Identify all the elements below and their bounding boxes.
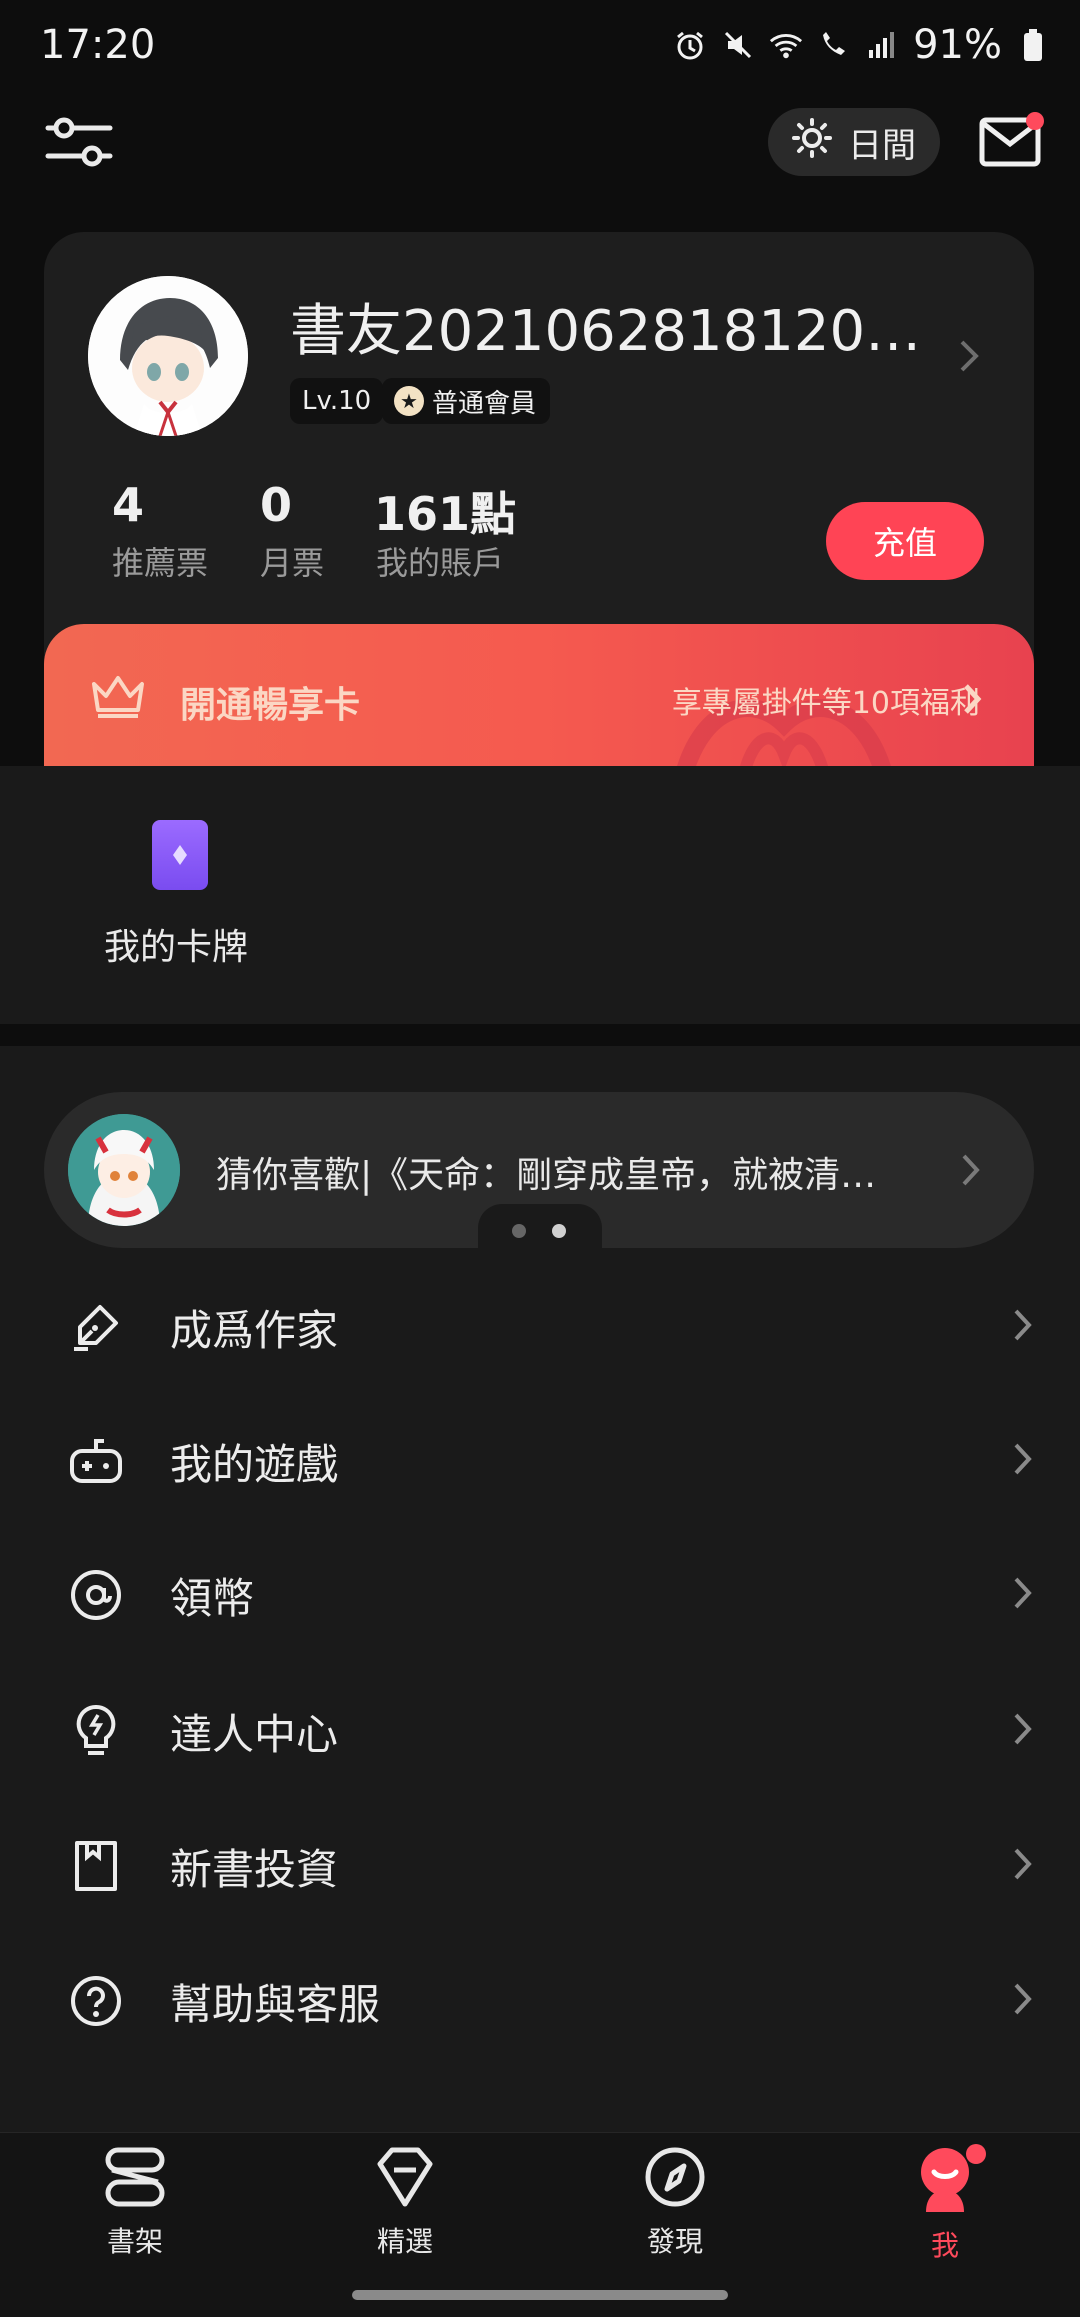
star-icon: ★ <box>394 386 424 416</box>
recommendation-text[interactable]: 猜你喜歡|《天命：剛穿成皇帝，就被清… <box>216 1146 936 1198</box>
menu-item-claim-coins[interactable]: 領幣 <box>0 1528 1080 1662</box>
notification-dot <box>1026 112 1044 130</box>
battery-percent: 91% <box>913 22 1002 68</box>
account-label: 我的賬戶 <box>376 544 505 582</box>
username[interactable]: 書友2021062818120… <box>290 286 950 367</box>
recommend-ticket-count[interactable]: 4 <box>112 478 144 532</box>
tab-bookshelf[interactable]: 書架 <box>50 2146 220 2276</box>
day-mode-toggle[interactable]: 日間 <box>768 108 940 176</box>
home-indicator[interactable] <box>352 2290 728 2300</box>
battery-icon <box>1016 28 1050 62</box>
tab-discover[interactable]: 發現 <box>590 2146 760 2276</box>
avatar[interactable] <box>88 276 248 436</box>
lightbulb-icon <box>68 1703 124 1759</box>
carousel-dot-active[interactable] <box>552 1224 566 1238</box>
filter-settings-icon[interactable] <box>44 110 114 174</box>
monthly-ticket-count[interactable]: 0 <box>260 478 292 532</box>
help-icon <box>68 1973 124 2029</box>
chevron-right-icon <box>1012 1441 1034 1481</box>
menu-label: 領幣 <box>170 1573 255 1623</box>
book-cover-avatar[interactable] <box>68 1114 180 1226</box>
bookmark-page-icon <box>68 1838 124 1894</box>
tab-label: 我 <box>930 2229 959 2262</box>
chevron-right-icon[interactable] <box>960 1152 982 1192</box>
tab-me[interactable]: 我 <box>860 2146 1030 2276</box>
day-mode-label: 日間 <box>848 125 916 166</box>
wifi-icon <box>769 28 803 62</box>
vip-title[interactable]: 開通暢享卡 <box>180 676 360 728</box>
monthly-ticket-label: 月票 <box>260 544 325 582</box>
chevron-right-icon <box>1012 1981 1034 2021</box>
membership-badge[interactable]: ★ 普通會員 <box>382 378 551 424</box>
carousel-dot[interactable] <box>512 1224 526 1238</box>
level-badge: Lv.10 <box>290 378 384 424</box>
status-icons: 91% <box>673 22 1050 68</box>
card-deck-icon[interactable] <box>152 820 208 890</box>
compass-icon <box>642 2146 708 2212</box>
chevron-right-icon <box>1012 1846 1034 1886</box>
chevron-right-icon[interactable] <box>958 336 982 380</box>
tab-label: 書架 <box>106 2225 163 2258</box>
signal-icon <box>865 28 899 62</box>
vip-benefits[interactable]: 享專屬掛件等10項福利 <box>672 678 980 722</box>
carousel-indicator-tab <box>478 1204 602 1250</box>
tab-featured[interactable]: 精選 <box>320 2146 490 2276</box>
pen-icon <box>68 1299 124 1355</box>
chevron-right-icon <box>1012 1575 1034 1615</box>
tab-label: 發現 <box>646 2225 703 2258</box>
wifi-call-icon <box>817 28 851 62</box>
menu-item-expert-center[interactable]: 達人中心 <box>0 1664 1080 1798</box>
menu-label: 新書投資 <box>170 1844 339 1894</box>
cards-panel <box>0 766 1080 1024</box>
sun-icon <box>792 117 832 167</box>
menu-item-become-author[interactable]: 成爲作家 <box>0 1260 1080 1394</box>
status-time: 17:20 <box>40 22 156 68</box>
recharge-button[interactable]: 充值 <box>826 502 984 580</box>
membership-label: 普通會員 <box>432 388 537 419</box>
menu-label: 幫助與客服 <box>170 1979 381 2029</box>
menu-item-my-games[interactable]: 我的遊戲 <box>0 1394 1080 1528</box>
chevron-right-icon <box>1012 1307 1034 1347</box>
menu-label: 達人中心 <box>170 1709 339 1759</box>
level-label: Lv.10 <box>302 386 372 416</box>
account-points[interactable]: 161點 <box>374 478 516 544</box>
tab-label: 精選 <box>376 2225 433 2258</box>
alarm-icon <box>673 28 707 62</box>
crown-icon <box>88 672 148 724</box>
vip-subtitle: 享專屬掛件等10項福利 <box>671 686 980 721</box>
chevron-right-icon <box>1012 1711 1034 1751</box>
menu-item-help-support[interactable]: 幫助與客服 <box>0 1934 1080 2068</box>
my-cards-label[interactable]: 我的卡牌 <box>104 918 248 970</box>
recommend-ticket-label: 推薦票 <box>112 544 209 582</box>
chevron-right-icon <box>962 682 984 720</box>
bookshelf-icon <box>102 2146 168 2212</box>
menu-item-new-book-investment[interactable]: 新書投資 <box>0 1799 1080 1933</box>
menu-label: 我的遊戲 <box>170 1439 339 1489</box>
gamepad-icon <box>68 1433 124 1489</box>
notification-dot <box>966 2144 986 2164</box>
at-coin-icon <box>68 1567 124 1623</box>
mute-icon <box>721 28 755 62</box>
menu-label: 成爲作家 <box>170 1305 339 1355</box>
diamond-icon <box>372 2146 438 2212</box>
